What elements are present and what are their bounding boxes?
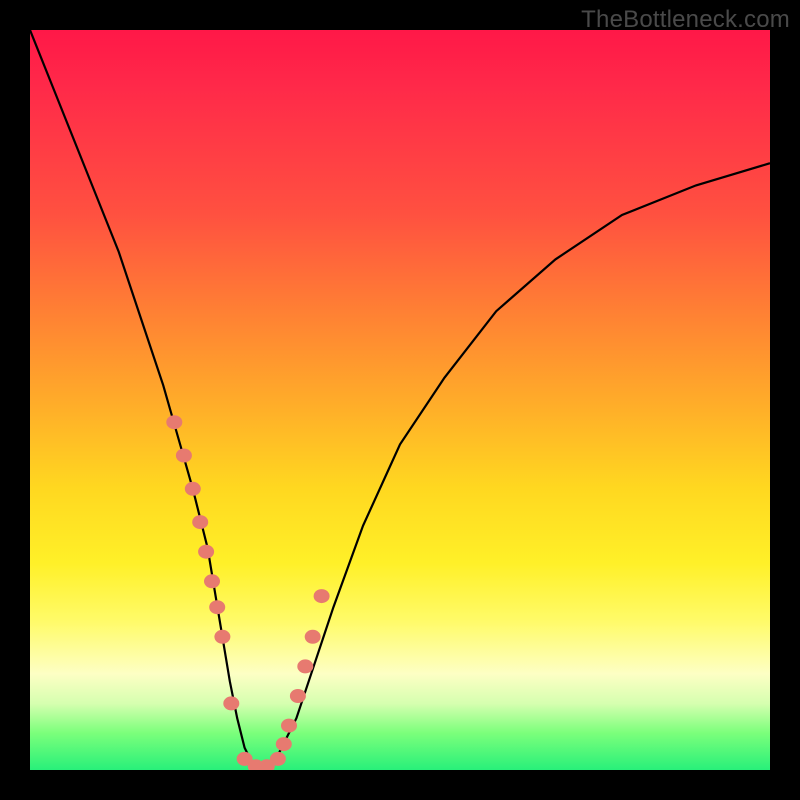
curve-marker [305, 630, 321, 644]
curve-marker [297, 659, 313, 673]
curve-marker [204, 574, 220, 588]
curve-marker [281, 719, 297, 733]
curve-marker [223, 696, 239, 710]
curve-marker [185, 482, 201, 496]
curve-marker [176, 449, 192, 463]
curve-marker [276, 737, 292, 751]
curve-marker [270, 752, 286, 766]
plot-area [30, 30, 770, 770]
curve-marker [209, 600, 225, 614]
curve-marker [198, 545, 214, 559]
chart-frame: TheBottleneck.com [0, 0, 800, 800]
curve-marker [166, 415, 182, 429]
curve-marker [214, 630, 230, 644]
curve-marker [290, 689, 306, 703]
curve-marker [314, 589, 330, 603]
marker-group [166, 415, 329, 770]
curve-svg [30, 30, 770, 770]
curve-marker [192, 515, 208, 529]
bottleneck-curve [30, 30, 770, 770]
